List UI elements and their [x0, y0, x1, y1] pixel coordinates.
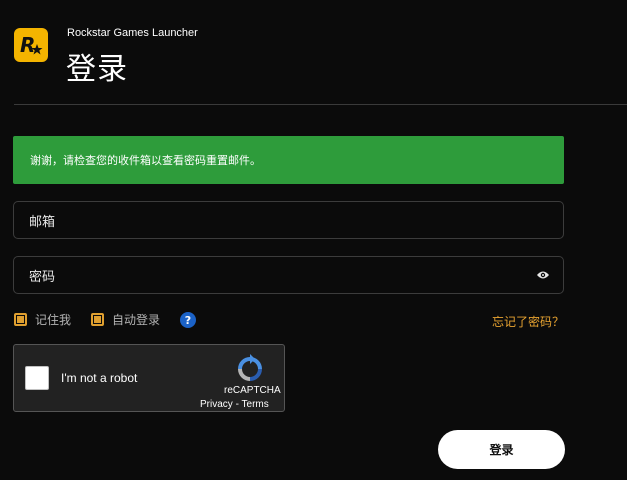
svg-text:R: R [20, 33, 35, 57]
auto-login-label: 自动登录 [112, 313, 161, 327]
recaptcha-separator: - [235, 399, 239, 410]
recaptcha-label: I'm not a robot [61, 371, 138, 385]
success-banner: 谢谢，请检查您的收件箱以查看密码重置邮件。 [13, 136, 564, 184]
email-field[interactable]: 邮箱 [13, 201, 564, 239]
eye-icon[interactable] [536, 269, 550, 281]
password-field[interactable]: 密码 [13, 256, 564, 294]
recaptcha-terms-link[interactable]: Terms [242, 399, 269, 410]
auto-login-option[interactable]: 自动登录 [91, 311, 160, 328]
recaptcha-widget: I'm not a robot reCAPTCHA Privacy - Term… [13, 344, 285, 412]
remember-me-option[interactable]: 记住我 [14, 311, 71, 328]
recaptcha-checkbox[interactable] [25, 366, 49, 390]
remember-me-checkbox[interactable] [14, 313, 27, 326]
password-placeholder: 密码 [29, 269, 56, 285]
recaptcha-brand: reCAPTCHA [224, 385, 281, 396]
page-title: 登录 [66, 52, 128, 87]
remember-me-label: 记住我 [35, 313, 72, 327]
help-icon[interactable]: ? [180, 312, 196, 328]
recaptcha-privacy-link[interactable]: Privacy [200, 399, 233, 410]
email-placeholder: 邮箱 [29, 214, 56, 230]
app-title: Rockstar Games Launcher [67, 27, 198, 39]
recaptcha-logo-icon [234, 353, 266, 385]
login-page: R Rockstar Games Launcher 登录 谢谢，请检查您的收件箱… [0, 0, 627, 480]
rockstar-logo-icon: R [14, 28, 48, 62]
header-divider [14, 104, 627, 105]
success-message: 谢谢，请检查您的收件箱以查看密码重置邮件。 [30, 154, 261, 167]
recaptcha-links: Privacy - Terms [200, 399, 269, 410]
login-button[interactable]: 登录 [438, 430, 565, 469]
forgot-password-link[interactable]: 忘记了密码？ [492, 313, 564, 330]
auto-login-checkbox[interactable] [91, 313, 104, 326]
